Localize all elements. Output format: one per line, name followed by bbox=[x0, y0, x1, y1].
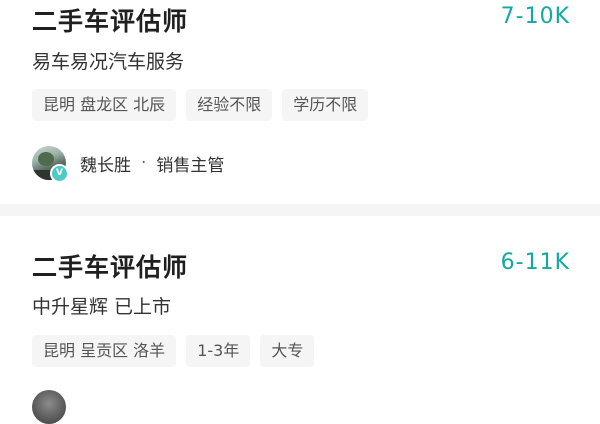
recruiter-role: 销售主管 bbox=[156, 155, 225, 176]
tag-location: 昆明 盘龙区 北辰 bbox=[32, 89, 177, 121]
tag-education: 学历不限 bbox=[282, 89, 369, 121]
job-tags: 昆明 呈贡区 洛羊 1-3年 大专 bbox=[32, 335, 315, 367]
job-salary: 6-11K bbox=[500, 250, 570, 275]
recruiter-name: 魏长胜 bbox=[80, 155, 131, 176]
company-name: 易车易况汽车服务 bbox=[32, 51, 185, 73]
job-title: 二手车评估师 bbox=[32, 253, 189, 282]
job-card[interactable]: 二手车评估师 7-10K 易车易况汽车服务 昆明 盘龙区 北辰 经验不限 学历不… bbox=[0, 0, 600, 204]
avatar: V bbox=[32, 146, 69, 183]
tag-education: 大专 bbox=[260, 335, 315, 367]
tag-experience: 经验不限 bbox=[186, 89, 273, 121]
job-tags: 昆明 盘龙区 北辰 经验不限 学历不限 bbox=[32, 89, 369, 121]
avatar bbox=[32, 390, 66, 424]
job-title: 二手车评估师 bbox=[32, 7, 189, 36]
avatar-tree bbox=[38, 152, 54, 166]
tag-experience: 1-3年 bbox=[186, 335, 251, 367]
card-separator bbox=[0, 204, 600, 216]
job-salary: 7-10K bbox=[500, 4, 570, 29]
recruiter-separator: · bbox=[141, 153, 147, 173]
verified-icon: V bbox=[50, 164, 69, 183]
job-card[interactable]: 二手车评估师 6-11K 中升星辉 已上市 昆明 呈贡区 洛羊 1-3年 大专 bbox=[0, 216, 600, 424]
tag-location: 昆明 呈贡区 洛羊 bbox=[32, 335, 177, 367]
recruiter-info[interactable]: V 魏长胜 · 销售主管 bbox=[32, 145, 225, 183]
company-name: 中升星辉 已上市 bbox=[32, 296, 172, 318]
